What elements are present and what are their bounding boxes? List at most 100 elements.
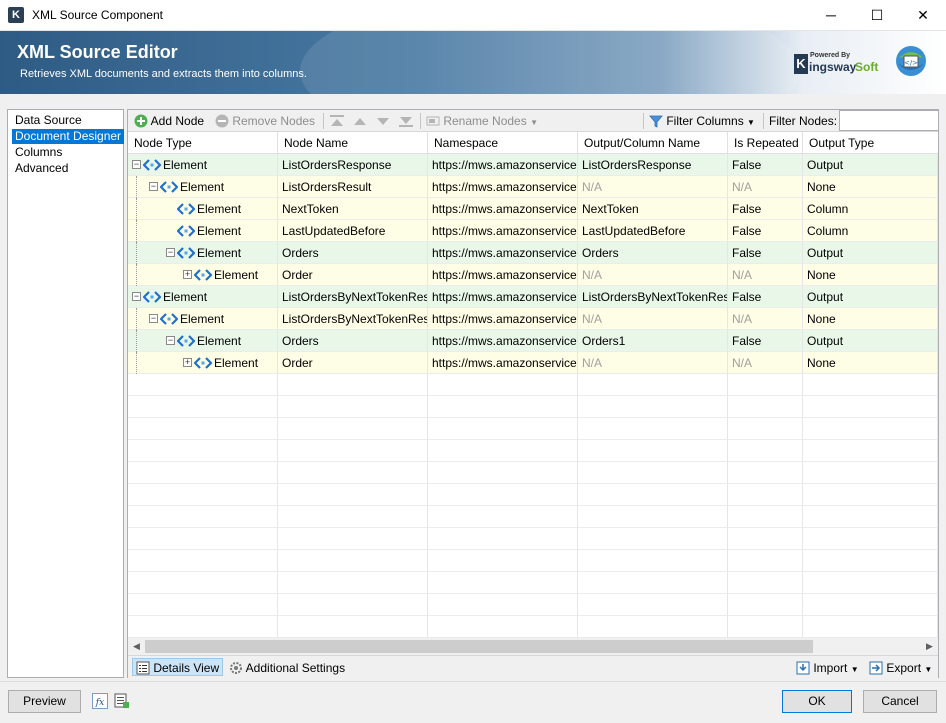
minimize-button[interactable]: ─ [808,0,854,31]
chevron-down-icon: ▼ [747,118,755,127]
scroll-left-arrow-icon[interactable]: ◀ [128,638,145,655]
preview-button[interactable]: Preview [8,690,81,713]
node-type-label: Element [214,356,259,370]
node-type-label: Element [197,224,242,238]
is-repeated-cell: N/A [728,176,803,198]
filter-nodes-input[interactable] [839,110,939,131]
import-button[interactable]: Import ▼ [796,659,859,677]
node-type-label: Element [180,312,225,326]
empty-cell [278,616,428,638]
empty-cell [428,374,578,396]
move-up-button[interactable] [352,112,368,130]
xml-element-icon [177,203,195,215]
brand-name: ingsway [809,60,857,74]
move-top-button[interactable] [329,112,345,130]
nav-item-data-source[interactable]: Data Source [12,113,85,128]
output-type-cell: Column [803,220,938,242]
table-row[interactable]: − Element ListOrdersByNextTokenRes... https… [128,286,938,308]
import-label: Import [813,661,848,675]
empty-cell [578,594,728,616]
output-type-cell: Output [803,330,938,352]
export-label: Export [886,661,922,675]
empty-cell [728,506,803,528]
xml-element-icon [160,181,178,193]
collapse-icon[interactable]: − [166,336,175,345]
app-icon: K [8,7,24,23]
brand-k-glyph: K [794,54,808,74]
empty-cell [578,528,728,550]
export-button[interactable]: Export ▼ [869,659,932,677]
header-output-type[interactable]: Output Type [803,132,938,154]
empty-cell [128,374,278,396]
table-row[interactable]: − Element Orders https://mws.amazonservice.… [128,330,938,352]
empty-cell [128,506,278,528]
rename-nodes-button[interactable]: Rename Nodes ▼ [426,112,538,130]
table-row[interactable]: − Element ListOrdersResponse https://mws.am… [128,154,938,176]
view-bar: Details View Additional Settings Import … [128,655,938,678]
cancel-button[interactable]: Cancel [863,690,937,713]
node-type-label: Element [197,246,242,260]
document-designer-panel: Add Node Remove Nodes Rename Nodes ▼ Fil… [127,109,939,678]
is-repeated-cell: False [728,286,803,308]
header-namespace[interactable]: Namespace [428,132,578,154]
empty-cell [803,374,938,396]
maximize-button[interactable]: ☐ [854,0,900,31]
table-row[interactable]: Element NextToken https://mws.amazonservic… [128,198,938,220]
ok-button[interactable]: OK [782,690,852,713]
remove-nodes-button[interactable]: Remove Nodes [215,112,315,130]
collapse-icon[interactable]: − [149,182,158,191]
details-view-button[interactable]: Details View [132,658,224,676]
table-row[interactable]: + Element Order https://mws.amazonservice..… [128,352,938,374]
expand-icon[interactable]: + [183,358,192,367]
empty-cell [728,374,803,396]
move-bottom-button[interactable] [398,112,414,130]
filter-columns-button[interactable]: Filter Columns ▼ [649,112,755,130]
empty-cell [278,484,428,506]
scroll-right-arrow-icon[interactable]: ▶ [921,638,938,655]
table-row[interactable]: Element LastUpdatedBefore https://mws.amaz… [128,220,938,242]
empty-cell [128,572,278,594]
nav-item-columns[interactable]: Columns [12,145,65,160]
xml-source-logo-icon: </> [896,46,926,76]
additional-settings-button[interactable]: Additional Settings [229,659,345,677]
header-node-type[interactable]: Node Type [128,132,278,154]
collapse-icon[interactable]: − [132,160,141,169]
namespace-cell: https://mws.amazonservice... [428,176,578,198]
expand-icon[interactable]: + [183,270,192,279]
scrollbar-thumb[interactable] [145,640,813,653]
toolbar-separator [420,113,421,129]
empty-cell [803,396,938,418]
output-column-name-cell: ListOrdersByNextTokenRes... [578,286,728,308]
tree-guide-line [136,242,137,264]
node-type-label: Element [197,334,242,348]
header-is-repeated[interactable]: Is Repeated [728,132,803,154]
empty-row [128,462,938,484]
table-row[interactable]: − Element ListOrdersResult https://mws.amaz… [128,176,938,198]
empty-cell [428,550,578,572]
output-column-name-cell: N/A [578,352,728,374]
add-node-button[interactable]: Add Node [134,112,204,130]
header-output-column-name[interactable]: Output/Column Name [578,132,728,154]
collapse-icon[interactable]: − [132,292,141,301]
empty-cell [578,550,728,572]
namespace-cell: https://mws.amazonservice... [428,220,578,242]
move-down-button[interactable] [375,112,391,130]
node-name-cell: Orders [278,330,428,352]
nav-item-document-designer[interactable]: Document Designer [12,129,125,144]
expression-fx-icon[interactable]: fx [92,693,108,709]
collapse-icon[interactable]: − [149,314,158,323]
output-type-cell: None [803,352,938,374]
namespace-cell: https://mws.amazonservice... [428,286,578,308]
table-row[interactable]: − Element Orders https://mws.amazonservice.… [128,242,938,264]
header-node-name[interactable]: Node Name [278,132,428,154]
empty-cell [728,462,803,484]
table-row[interactable]: − Element ListOrdersByNextTokenResult https… [128,308,938,330]
empty-cell [128,418,278,440]
horizontal-scrollbar[interactable]: ◀ ▶ [128,638,938,655]
variables-icon[interactable] [114,693,130,709]
empty-cell [428,396,578,418]
table-row[interactable]: + Element Order https://mws.amazonservice..… [128,264,938,286]
close-button[interactable]: ✕ [900,0,946,31]
nav-item-advanced[interactable]: Advanced [12,161,71,176]
collapse-icon[interactable]: − [166,248,175,257]
